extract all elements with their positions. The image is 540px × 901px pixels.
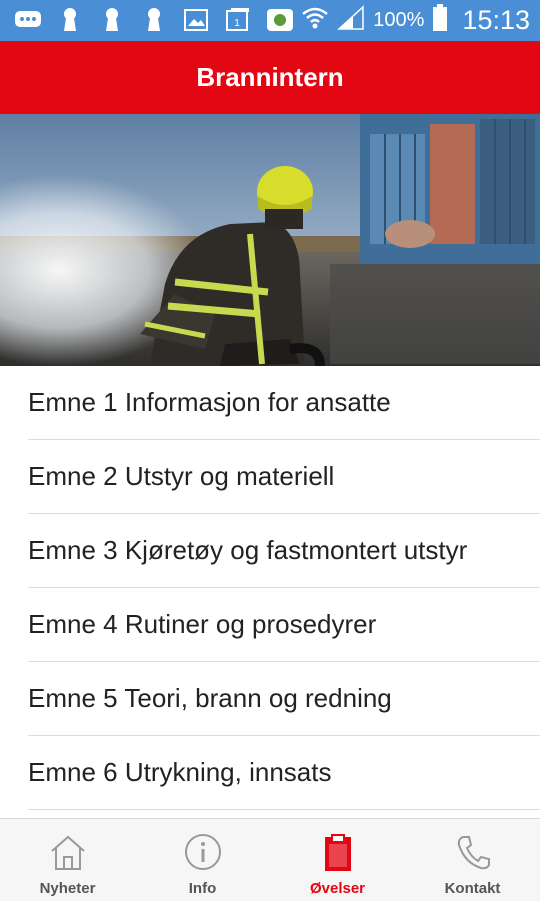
tab-info[interactable]: Info: [135, 819, 270, 901]
tab-label: Øvelser: [309, 880, 366, 897]
list-item-label: Emne 4 Rutiner og prosedyrer: [28, 609, 377, 639]
list-item-label: Emne 5 Teori, brann og redning: [28, 683, 392, 713]
hero-image: [0, 114, 540, 366]
list-item-label: Emne 1 Informasjon for ansatte: [28, 387, 391, 417]
list-item[interactable]: Emne 4 Rutiner og prosedyrer: [28, 588, 540, 662]
tab-nyheter[interactable]: Nyheter: [0, 819, 135, 901]
list-item[interactable]: Emne 5 Teori, brann og redning: [28, 662, 540, 736]
tab-label: Nyheter: [39, 880, 96, 897]
info-icon: [183, 833, 223, 876]
list-item[interactable]: Emne 2 Utstyr og materiell: [28, 440, 540, 514]
list-item-label: Emne 6 Utrykning, innsats: [28, 757, 332, 787]
keyhole-icon: [140, 7, 168, 33]
tab-label: Info: [188, 880, 217, 897]
status-bar: 1 100% 15:13: [0, 0, 540, 41]
app-bar: Brannintern: [0, 41, 540, 114]
clipboard-icon: [318, 833, 358, 876]
keyhole-icon: [98, 7, 126, 33]
keyhole-icon: [56, 7, 84, 33]
topic-list: Emne 1 Informasjon for ansatte Emne 2 Ut…: [0, 366, 540, 810]
tab-label: Kontakt: [444, 880, 501, 897]
notification-icons: 1: [14, 7, 294, 33]
list-item[interactable]: Emne 3 Kjøretøy og fastmontert utstyr: [28, 514, 540, 588]
list-item[interactable]: Emne 1 Informasjon for ansatte: [28, 366, 540, 440]
signal-icon: [337, 5, 365, 36]
message-icon: [14, 7, 42, 33]
list-item[interactable]: Emne 6 Utrykning, innsats: [28, 736, 540, 810]
phone-icon: [453, 833, 493, 876]
system-status: 100% 15:13: [301, 4, 530, 37]
calendar-icon: 1: [224, 7, 252, 33]
clock: 15:13: [462, 5, 530, 35]
list-item-label: Emne 3 Kjøretøy og fastmontert utstyr: [28, 535, 468, 565]
tab-kontakt[interactable]: Kontakt: [405, 819, 540, 901]
wifi-icon: [301, 5, 329, 36]
app-icon: [266, 7, 294, 33]
battery-icon: [432, 4, 448, 37]
home-icon: [48, 833, 88, 876]
app-title: Brannintern: [196, 62, 344, 92]
bottom-navigation: Nyheter Info Øvelser Kontakt: [0, 818, 540, 901]
gallery-icon: [182, 7, 210, 33]
svg-text:1: 1: [234, 18, 240, 29]
tab-ovelser[interactable]: Øvelser: [270, 819, 405, 901]
list-item-label: Emne 2 Utstyr og materiell: [28, 461, 335, 491]
battery-percent: 100%: [373, 9, 425, 31]
